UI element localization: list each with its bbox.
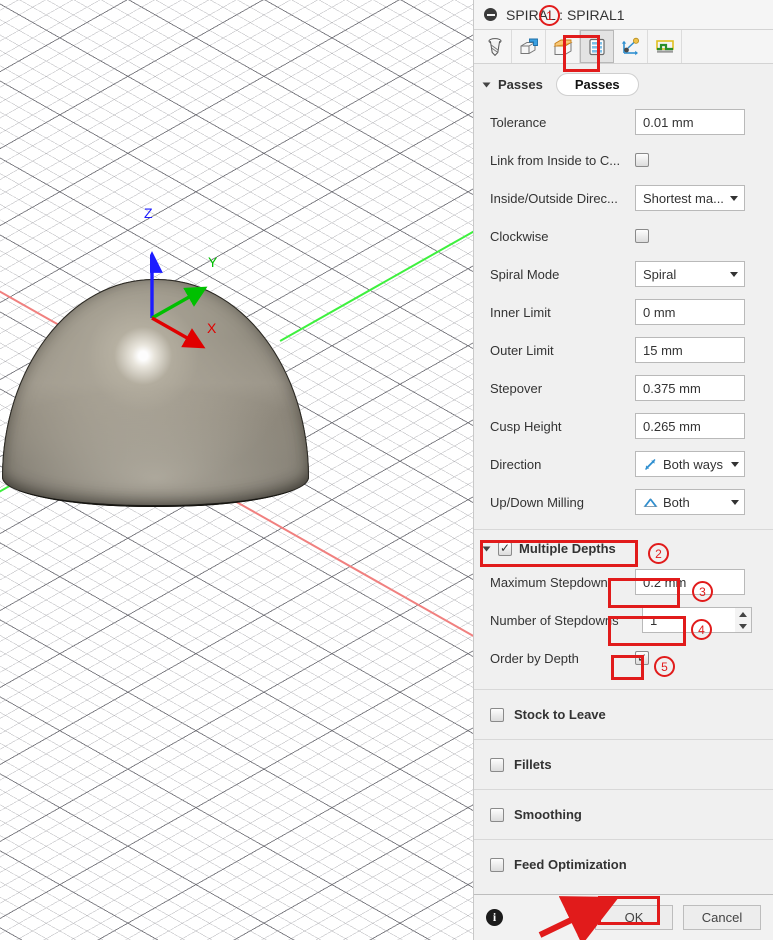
fillets-checkbox[interactable] (490, 757, 504, 772)
panel-tab-toolbar (474, 30, 773, 64)
up-down-milling-icon (643, 497, 658, 507)
chevron-down-icon (731, 499, 739, 505)
smoothing-section[interactable]: Smoothing (474, 789, 773, 839)
link-inside-to-center-checkbox[interactable] (635, 153, 649, 167)
row-number-of-stepdowns: Number of Stepdowns 1 (474, 601, 773, 639)
label-order-by-depth: Order by Depth (490, 650, 579, 666)
maximum-stepdown-input[interactable]: 0.2 mm (635, 569, 745, 595)
both-ways-icon (644, 458, 656, 470)
collapse-icon[interactable] (484, 8, 497, 21)
row-link-inside-to-center: Link from Inside to C... (474, 141, 773, 179)
number-of-stepdowns-input[interactable]: 1 (642, 607, 735, 633)
row-outer-limit: Outer Limit 15 mm (474, 331, 773, 369)
cusp-height-input[interactable]: 0.265 mm (635, 413, 745, 439)
row-inner-limit: Inner Limit 0 mm (474, 293, 773, 331)
row-order-by-depth: Order by Depth (474, 639, 773, 677)
row-tolerance: Tolerance 0.01 mm (474, 103, 773, 141)
panel-body: Passes Passes Tolerance 0.01 mm Link fro… (474, 64, 773, 894)
multiple-depths-title: Multiple Depths (519, 541, 616, 556)
label-cusp-height: Cusp Height (490, 418, 562, 434)
geometry-icon[interactable] (512, 30, 546, 63)
ok-button[interactable]: OK (595, 905, 673, 930)
axis-label-x: X (207, 320, 217, 336)
outer-limit-input[interactable]: 15 mm (635, 337, 745, 363)
feed-optimization-label: Feed Optimization (514, 857, 627, 872)
row-stepover: Stepover 0.375 mm (474, 369, 773, 407)
stepper-down-icon[interactable] (735, 620, 751, 632)
label-clockwise: Clockwise (490, 228, 549, 244)
clockwise-checkbox[interactable] (635, 229, 649, 243)
label-inside-outside-direction: Inside/Outside Direc... (490, 190, 618, 206)
smoothing-label: Smoothing (514, 807, 582, 822)
label-outer-limit: Outer Limit (490, 342, 554, 358)
spiral-mode-value: Spiral (643, 266, 677, 282)
up-down-milling-value: Both (663, 494, 690, 510)
multiple-depths-header[interactable]: Multiple Depths (474, 530, 773, 563)
direction-value: Both ways (663, 456, 723, 472)
feed-optimization-section[interactable]: Feed Optimization (474, 839, 773, 889)
fillets-section[interactable]: Fillets (474, 739, 773, 789)
stock-icon[interactable] (546, 30, 580, 63)
passes-icon[interactable] (580, 30, 614, 63)
axis-label-y: Y (208, 254, 218, 270)
stock-to-leave-label: Stock to Leave (514, 707, 606, 722)
axis-label-z: Z (144, 205, 153, 221)
label-stepover: Stepover (490, 380, 543, 396)
label-maximum-stepdown: Maximum Stepdown (490, 574, 608, 590)
row-up-down-milling: Up/Down Milling Both (474, 483, 773, 521)
row-direction: Direction Both ways (474, 445, 773, 483)
feed-optimization-checkbox[interactable] (490, 857, 504, 872)
passes-section-title: Passes (498, 77, 543, 92)
expand-triangle-icon (482, 546, 491, 551)
heights-icon[interactable] (648, 30, 682, 63)
row-maximum-stepdown: Maximum Stepdown 0.2 mm (474, 563, 773, 601)
label-number-of-stepdowns: Number of Stepdowns (490, 612, 619, 628)
info-icon[interactable]: i (486, 909, 503, 926)
tolerance-input[interactable]: 0.01 mm (635, 109, 745, 135)
label-up-down-milling: Up/Down Milling (490, 494, 584, 510)
passes-tab-pill[interactable]: Passes (555, 73, 639, 96)
number-of-stepdowns-spinner[interactable] (735, 607, 752, 633)
passes-section-header[interactable]: Passes Passes (474, 64, 773, 103)
label-tolerance: Tolerance (490, 114, 547, 130)
linking-icon[interactable] (614, 30, 648, 63)
expand-triangle-icon (482, 82, 491, 87)
row-inside-outside-direction: Inside/Outside Direc... Shortest ma... (474, 179, 773, 217)
chevron-down-icon (730, 271, 738, 277)
label-inner-limit: Inner Limit (490, 304, 551, 320)
stepover-input[interactable]: 0.375 mm (635, 375, 745, 401)
multiple-depths-checkbox[interactable] (498, 541, 512, 556)
spiral-mode-select[interactable]: Spiral (635, 261, 745, 287)
row-cusp-height: Cusp Height 0.265 mm (474, 407, 773, 445)
cancel-button[interactable]: Cancel (683, 905, 761, 930)
stepper-up-icon[interactable] (735, 608, 751, 620)
row-clockwise: Clockwise (474, 217, 773, 255)
chevron-down-icon (731, 461, 739, 467)
inside-outside-direction-value: Shortest ma... (643, 190, 724, 206)
stock-to-leave-section[interactable]: Stock to Leave (474, 689, 773, 739)
panel-title: SPIRAL : SPIRAL1 (506, 6, 625, 23)
stock-to-leave-checkbox[interactable] (490, 707, 504, 722)
label-spiral-mode: Spiral Mode (490, 266, 560, 282)
operation-settings-panel: SPIRAL : SPIRAL1 Passes Passes Tolerance… (473, 0, 773, 940)
smoothing-checkbox[interactable] (490, 807, 504, 822)
inside-outside-direction-select[interactable]: Shortest ma... (635, 185, 745, 211)
up-down-milling-select[interactable]: Both (635, 489, 745, 515)
panel-header: SPIRAL : SPIRAL1 (474, 0, 773, 30)
direction-select[interactable]: Both ways (635, 451, 745, 477)
order-by-depth-checkbox[interactable] (635, 651, 649, 665)
app-root: Z Y X SPIRAL : SPIRAL1 Passes Passes Tol… (0, 0, 773, 940)
tool-icon[interactable] (478, 30, 512, 63)
label-link-inside-to-center: Link from Inside to C... (490, 152, 621, 168)
fillets-label: Fillets (514, 757, 552, 772)
inner-limit-input[interactable]: 0 mm (635, 299, 745, 325)
chevron-down-icon (730, 195, 738, 201)
label-direction: Direction (490, 456, 542, 472)
panel-footer: i OK Cancel (474, 894, 773, 940)
row-spiral-mode: Spiral Mode Spiral (474, 255, 773, 293)
